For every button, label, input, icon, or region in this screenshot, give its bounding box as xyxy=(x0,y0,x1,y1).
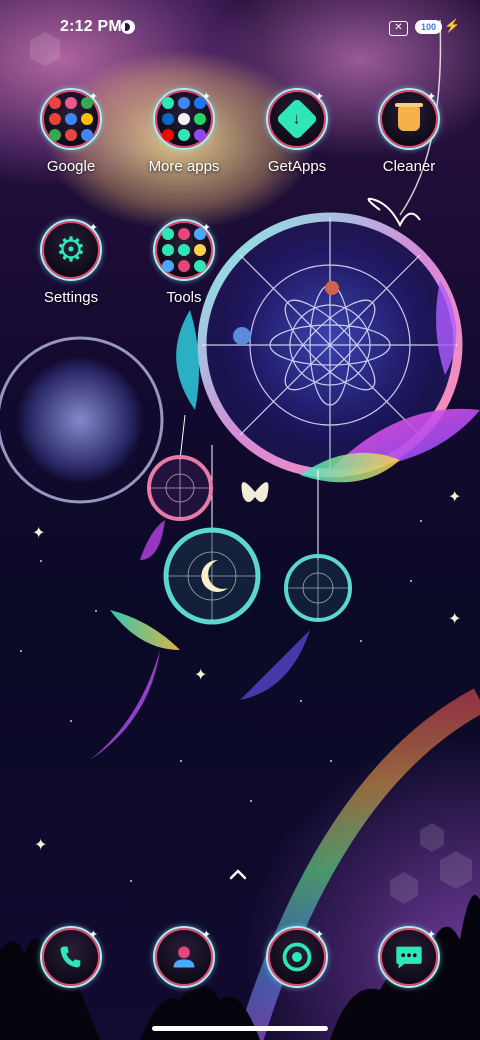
phone-icon: ✦ xyxy=(40,926,102,988)
gesture-navigation-bar[interactable] xyxy=(152,1026,328,1031)
do-not-disturb-icon xyxy=(121,20,135,34)
app-label: GetApps xyxy=(267,158,327,175)
charging-icon: ⚡ xyxy=(444,18,461,33)
cleaner-icon: ✦ xyxy=(378,88,440,150)
app-label: Tools xyxy=(166,289,202,306)
battery-icon: 100 xyxy=(415,20,442,34)
tools-folder-icon: ✦ xyxy=(153,219,215,281)
dock-contacts[interactable]: ✦ xyxy=(129,926,239,988)
status-bar: 2:12 PM ✕ 100 ⚡ xyxy=(0,0,480,56)
more-apps-folder-icon: ✦ xyxy=(153,88,215,150)
app-more-apps-folder[interactable]: ✦ More apps xyxy=(129,88,239,175)
app-label: Google xyxy=(46,158,96,175)
google-folder-icon: ✦ xyxy=(40,88,102,150)
app-cleaner[interactable]: ✦ Cleaner xyxy=(354,88,464,175)
no-sim-icon: ✕ xyxy=(389,21,408,36)
contacts-icon: ✦ xyxy=(153,926,215,988)
app-getapps[interactable]: ✦ ↓ GetApps xyxy=(242,88,352,175)
app-tools-folder[interactable]: ✦ Tools xyxy=(129,219,239,306)
dock-phone[interactable]: ✦ xyxy=(16,926,126,988)
status-time: 2:12 PM xyxy=(60,18,122,35)
dock-chrome[interactable]: ✦ xyxy=(242,926,352,988)
gear-icon: ✦ ⚙ xyxy=(40,219,102,281)
chrome-icon: ✦ xyxy=(266,926,328,988)
chevron-up-icon[interactable] xyxy=(229,866,247,884)
app-label: Settings xyxy=(43,289,99,306)
app-label: Cleaner xyxy=(382,158,436,175)
app-google-folder[interactable]: ✦ Google xyxy=(16,88,126,175)
app-settings[interactable]: ✦ ⚙ Settings xyxy=(16,219,126,306)
messages-icon: ✦ xyxy=(378,926,440,988)
getapps-icon: ✦ ↓ xyxy=(266,88,328,150)
app-label: More apps xyxy=(148,158,220,175)
dock-messages[interactable]: ✦ xyxy=(354,926,464,988)
